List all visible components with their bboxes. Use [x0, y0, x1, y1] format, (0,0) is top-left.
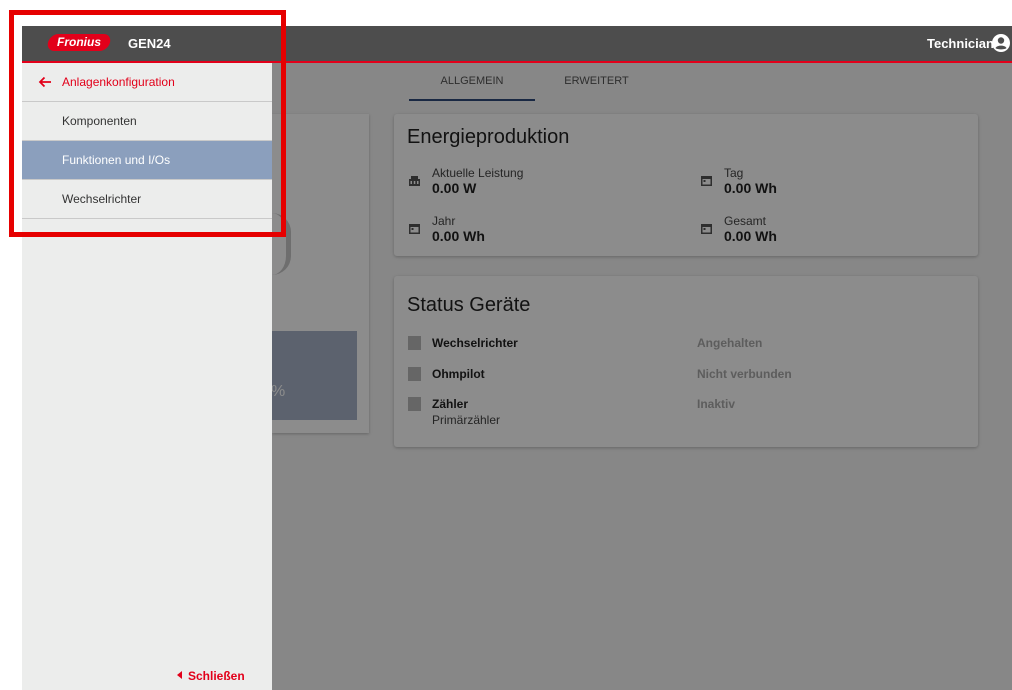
close-label: Schließen: [188, 669, 245, 683]
caret-left-icon: [177, 671, 182, 679]
product-name: GEN24: [128, 36, 171, 51]
drawer-item-komponenten[interactable]: Komponenten: [22, 102, 272, 141]
drawer-item-wechselrichter[interactable]: Wechselrichter: [22, 180, 272, 219]
drawer-item-funktionen-und-ios[interactable]: Funktionen und I/Os: [22, 141, 272, 180]
drawer-item-label: Funktionen und I/Os: [62, 153, 171, 167]
arrow-left-icon: [38, 76, 51, 88]
back-to-system-configuration[interactable]: Anlagenkonfiguration: [22, 63, 272, 102]
account-circle-icon[interactable]: [990, 32, 1012, 54]
top-app-bar: Fronius GEN24 Technician: [22, 26, 1012, 63]
fronius-logo[interactable]: Fronius: [45, 34, 113, 51]
back-label: Anlagenkonfiguration: [62, 75, 175, 89]
drawer-item-label: Komponenten: [62, 114, 137, 128]
close-drawer-button[interactable]: Schließen: [177, 669, 245, 683]
drawer-item-label: Wechselrichter: [62, 192, 142, 206]
user-role[interactable]: Technician: [927, 34, 994, 53]
navigation-drawer: Anlagenkonfiguration Komponenten Funktio…: [22, 63, 272, 690]
